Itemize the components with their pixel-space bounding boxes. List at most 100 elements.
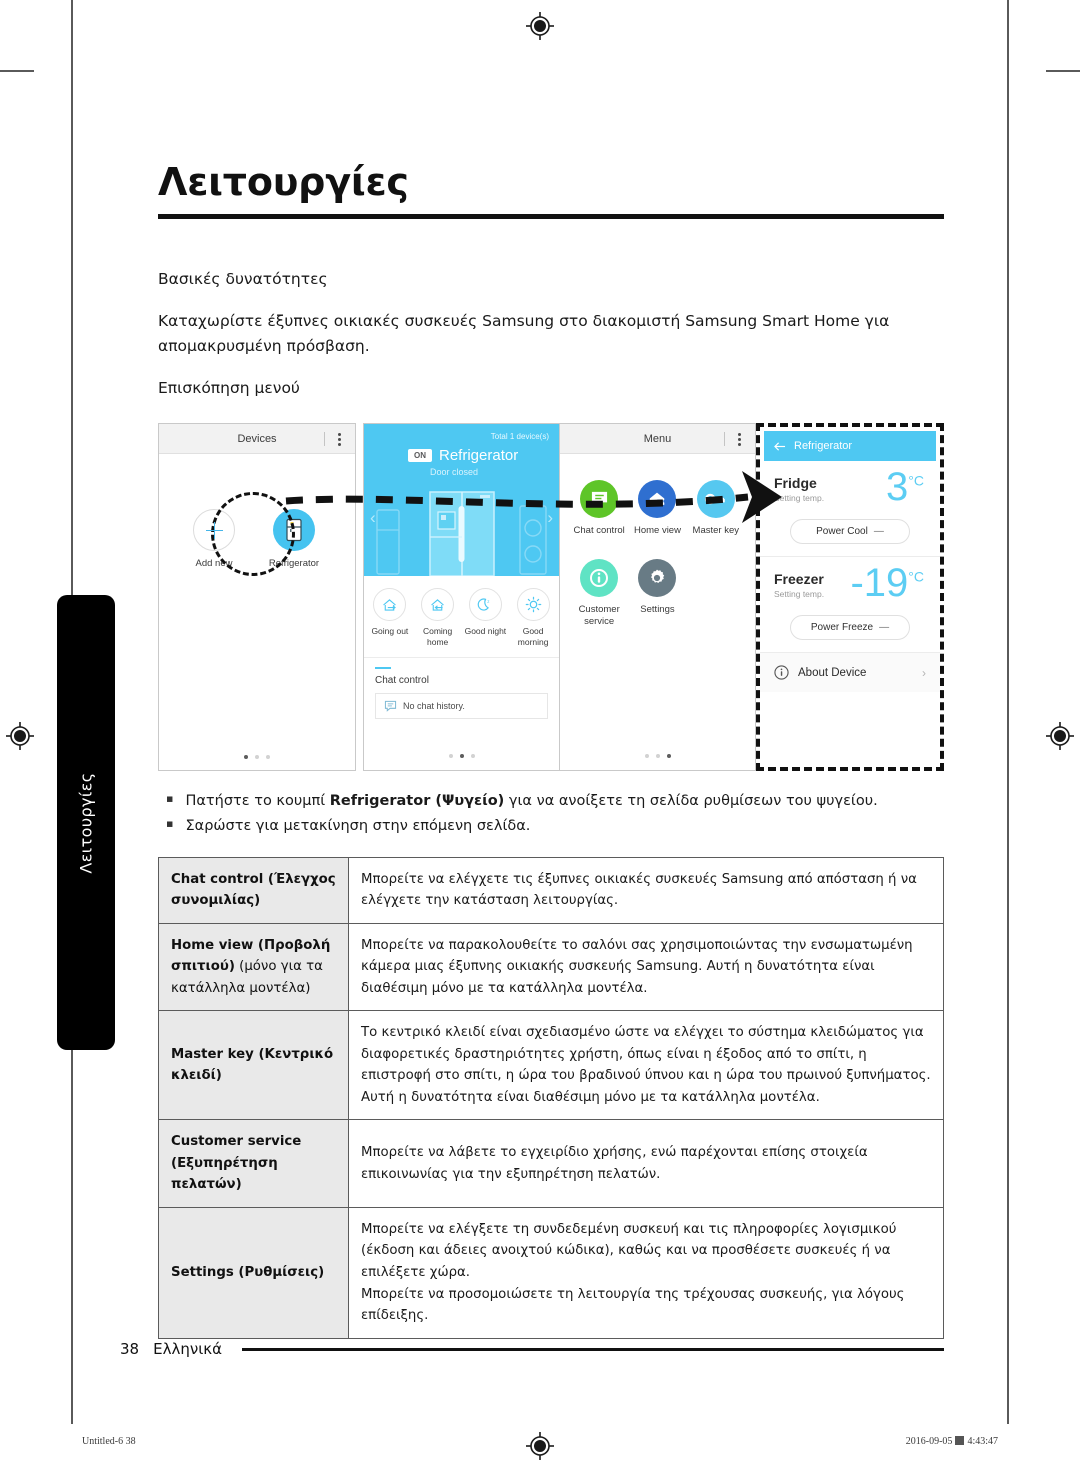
bullet-text-2: Σαρώστε για μετακίνηση στην επόμενη σελί… [185,817,531,834]
power-freeze-button[interactable]: Power Freeze — [790,615,910,641]
row-value-customer-service: Μπορείτε να λάβετε το εγχειρίδιο χρήσης,… [348,1119,944,1208]
hero-page-dots [364,754,559,759]
screen-device-hero: Total 1 device(s) ON Refrigerator Door c… [363,423,560,772]
page-footer: 38 Ελληνικά [120,1340,944,1358]
menu-item-master-key[interactable]: Master key [687,480,745,537]
freezer-temp-unit: °C [908,568,924,585]
quick-modes: Going out Coming home z Good night Good … [364,576,559,658]
device-hero-header: Total 1 device(s) ON Refrigerator Door c… [364,424,559,577]
power-on-badge[interactable]: ON [408,449,432,463]
crop-mark-top-left-v [71,0,73,34]
chevron-right-icon: › [922,665,926,680]
screen-fridge-settings: Refrigerator Fridge Setting temp. 3°C Po… [756,423,944,772]
bullet-list: ▪ Πατήστε το κουμπί Refrigerator (Ψυγείο… [158,789,944,838]
titlebar-divider [324,432,325,447]
chat-control-section: Chat control No chat history. [364,658,559,719]
bullet-dot: ▪ [166,816,174,830]
crop-mark-right-edge [1007,34,1009,1424]
device-name: Refrigerator [439,447,519,465]
freezer-temp-value: -19 [850,561,909,606]
page-number: 38 [120,1340,140,1358]
svg-text:z: z [488,599,490,604]
crop-mark-top-left-h [0,70,34,72]
menu-page-dots [560,754,755,759]
power-freeze-label: Power Freeze [810,622,874,634]
footer-language: Ελληνικά [153,1340,223,1358]
speech-bubble-icon [580,480,619,519]
row-key-chat-control: Chat control (Έλεγχος συνομιλίας) [158,856,349,924]
chat-control-title: Chat control [375,675,429,686]
overflow-menu-icon[interactable] [338,433,341,447]
power-cool-state: — [873,526,884,538]
devices-titlebar: Devices [159,424,355,455]
chat-empty-state[interactable]: No chat history. [375,693,548,719]
screenshot-strip: Devices Add new Refrigerator Total 1 dev… [158,423,944,772]
about-device-row[interactable]: About Device › [760,653,940,693]
mode-good-night-label: Good night [464,626,507,637]
mode-good-morning[interactable]: Good morning [510,588,556,647]
table-row: Settings (Ρυθμίσεις) Μπορείτε να ελέγξετ… [158,1206,944,1339]
devices-title: Devices [237,432,277,445]
menu-item-chat-control[interactable]: Chat control [570,480,628,537]
info-circle-icon [774,665,789,680]
registration-mark-right [1046,722,1074,750]
fridge-temp-value: 3 [886,465,909,510]
menu-label-home-view: Home view [633,525,681,537]
menu-grid: Chat control Home view Master key Custom… [560,454,755,628]
ghost-device-left [376,509,400,575]
slug-timestamp: 2016-09-05 4:43:47 [905,1436,998,1447]
house-arrow-in-icon [421,588,455,622]
fridge-temp-value-group: 3°C [886,467,924,507]
registration-mark-left [6,722,34,750]
fridge-section: Fridge Setting temp. 3°C Power Cool — [760,461,940,558]
slug-filename: Untitled-6 38 [82,1436,136,1447]
row-key-customer-service: Customer service (Εξυπηρέτηση πελατών) [158,1119,349,1208]
list-item: ▪ Πατήστε το κουμπί Refrigerator (Ψυγείο… [158,789,944,814]
power-cool-label: Power Cool [816,526,868,538]
house-arrow-out-icon [373,588,407,622]
power-cool-button[interactable]: Power Cool — [790,519,910,545]
menu-overflow-icon[interactable] [738,433,741,447]
devices-body: Add new Refrigerator [159,454,355,770]
menu-label-chat-control: Chat control [573,525,625,537]
menu-item-customer-service[interactable]: Customer service [570,559,628,628]
row-key-master-key: Master key (Κεντρικό κλειδί) [158,1010,349,1121]
house-camera-icon [638,480,677,519]
screen-devices: Devices Add new Refrigerator [158,423,356,772]
mode-good-night[interactable]: z Good night [462,588,508,647]
mode-coming-home-label: Coming home [422,626,453,647]
page-content: Λειτουργίες Βασικές δυνατότητες Καταχωρί… [158,0,944,1339]
footer-rule [242,1347,944,1351]
fridge-settings-titlebar: Refrigerator [764,431,936,462]
menu-title: Menu [643,432,672,445]
mode-coming-home[interactable]: Coming home [415,588,461,647]
menu-item-home-view[interactable]: Home view [628,480,686,537]
next-device-chevron-icon[interactable]: › [547,508,553,528]
menu-item-settings[interactable]: Settings [628,559,686,628]
intro-heading: Βασικές δυνατότητες [158,270,328,288]
highlight-circle [211,492,295,577]
list-item: ▪ Σαρώστε για μετακίνηση στην επόμενη σε… [158,814,944,839]
info-icon [580,559,619,598]
menu-titlebar-divider [724,432,725,447]
section-side-tab: Λειτουργίες [57,595,115,1050]
page-title: Λειτουργίες [158,160,409,204]
gear-icon [638,559,677,598]
sun-icon [516,588,550,622]
mode-going-out[interactable]: Going out [367,588,413,647]
moon-icon: z [468,588,502,622]
key-icon [696,480,735,519]
refrigerator-illustration [428,491,495,577]
mode-going-out-label: Going out [371,626,409,637]
back-arrow-icon [774,442,786,451]
title-underline [158,214,944,219]
section-accent-bar [375,666,391,669]
menu-label-customer-service: Customer service [578,604,620,627]
fridge-settings-title: Refrigerator [794,440,853,453]
crop-mark-top-right-h [1046,70,1080,72]
menu-titlebar: Menu [560,424,755,455]
devices-page-dots [159,755,355,760]
menu-label-master-key: Master key [692,525,740,537]
freezer-section: Freezer Setting temp. -19°C Power Freeze… [760,557,940,654]
fridge-temp-unit: °C [908,472,924,489]
